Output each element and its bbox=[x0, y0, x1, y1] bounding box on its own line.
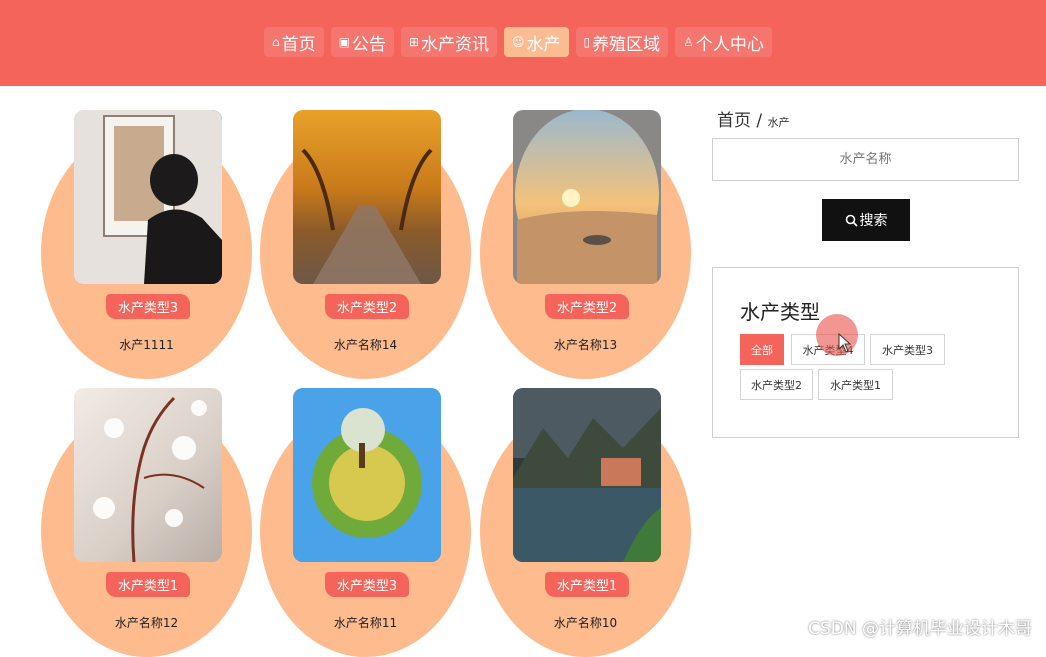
nav-profile-label: 个人中心 bbox=[696, 30, 764, 55]
search-input[interactable] bbox=[712, 138, 1019, 181]
filter-chip-type1[interactable]: 水产类型1 bbox=[818, 369, 893, 400]
product-name: 水产名称13 bbox=[480, 336, 691, 353]
search-icon bbox=[845, 214, 858, 227]
blossom-branch-drawing bbox=[74, 388, 222, 562]
nav-profile[interactable]: ♙ 个人中心 bbox=[675, 27, 772, 57]
product-name: 水产名称11 bbox=[260, 614, 471, 631]
category-tag: 水产类型1 bbox=[106, 572, 190, 597]
gallery-photo-drawing bbox=[74, 110, 222, 284]
product-name: 水产名称10 bbox=[480, 614, 691, 631]
nav-news-label: 水产资讯 bbox=[421, 30, 489, 55]
filter-chip-type2[interactable]: 水产类型2 bbox=[740, 369, 813, 400]
category-tag: 水产类型2 bbox=[325, 294, 409, 319]
product-image[interactable] bbox=[293, 388, 441, 562]
breadcrumb: 首页 / 水产 bbox=[717, 106, 790, 131]
nav-breeding-area[interactable]: ▯ 养殖区域 bbox=[576, 27, 669, 57]
nav-notice-label: 公告 bbox=[352, 30, 386, 55]
product-image[interactable] bbox=[513, 110, 661, 284]
product-name: 水产名称12 bbox=[41, 614, 252, 631]
gift-icon: ▣ bbox=[339, 35, 350, 49]
nav-home[interactable]: ⌂ 首页 bbox=[264, 27, 324, 57]
product-name: 水产1111 bbox=[41, 336, 252, 353]
autumn-road-drawing bbox=[293, 110, 441, 284]
product-image[interactable] bbox=[513, 388, 661, 562]
nav-aquatic[interactable]: ☺ 水产 bbox=[504, 27, 569, 57]
home-icon: ⌂ bbox=[272, 35, 280, 49]
category-tag: 水产类型1 bbox=[545, 572, 629, 597]
filter-title: 水产类型 bbox=[740, 296, 820, 325]
breadcrumb-separator: / bbox=[756, 111, 762, 131]
nav-news[interactable]: ⊞ 水产资讯 bbox=[401, 27, 497, 57]
columns-icon: ▯ bbox=[584, 35, 591, 49]
product-name: 水产名称14 bbox=[260, 336, 471, 353]
top-navbar: ⌂ 首页 ▣ 公告 ⊞ 水产资讯 ☺ 水产 ▯ 养殖区域 ♙ 个人中心 bbox=[0, 0, 1046, 86]
smile-icon: ☺ bbox=[512, 35, 525, 49]
category-tag: 水产类型3 bbox=[106, 294, 190, 319]
search-button[interactable]: 搜索 bbox=[822, 199, 910, 241]
search-button-label: 搜索 bbox=[860, 210, 888, 230]
breadcrumb-home[interactable]: 首页 bbox=[717, 111, 751, 131]
grid-icon: ⊞ bbox=[409, 35, 419, 49]
nav-breeding-area-label: 养殖区域 bbox=[592, 30, 660, 55]
desert-sunset-drawing bbox=[513, 110, 661, 284]
watermark: CSDN @计算机毕业设计木哥 bbox=[808, 614, 1032, 639]
product-image[interactable] bbox=[293, 110, 441, 284]
category-tag: 水产类型3 bbox=[325, 572, 409, 597]
main-nav: ⌂ 首页 ▣ 公告 ⊞ 水产资讯 ☺ 水产 ▯ 养殖区域 ♙ 个人中心 bbox=[264, 27, 772, 57]
user-icon: ♙ bbox=[683, 35, 694, 49]
breadcrumb-current: 水产 bbox=[768, 116, 790, 129]
cursor-arrow-icon bbox=[838, 333, 852, 353]
filter-chip-type3[interactable]: 水产类型3 bbox=[870, 334, 945, 365]
nav-notice[interactable]: ▣ 公告 bbox=[331, 27, 394, 57]
nav-home-label: 首页 bbox=[282, 30, 316, 55]
filter-chip-all[interactable]: 全部 bbox=[740, 334, 784, 365]
nav-aquatic-label: 水产 bbox=[527, 30, 561, 55]
product-image[interactable] bbox=[74, 110, 222, 284]
tiny-planet-drawing bbox=[293, 388, 441, 562]
category-tag: 水产类型2 bbox=[545, 294, 629, 319]
product-image[interactable] bbox=[74, 388, 222, 562]
lake-village-drawing bbox=[513, 388, 661, 562]
